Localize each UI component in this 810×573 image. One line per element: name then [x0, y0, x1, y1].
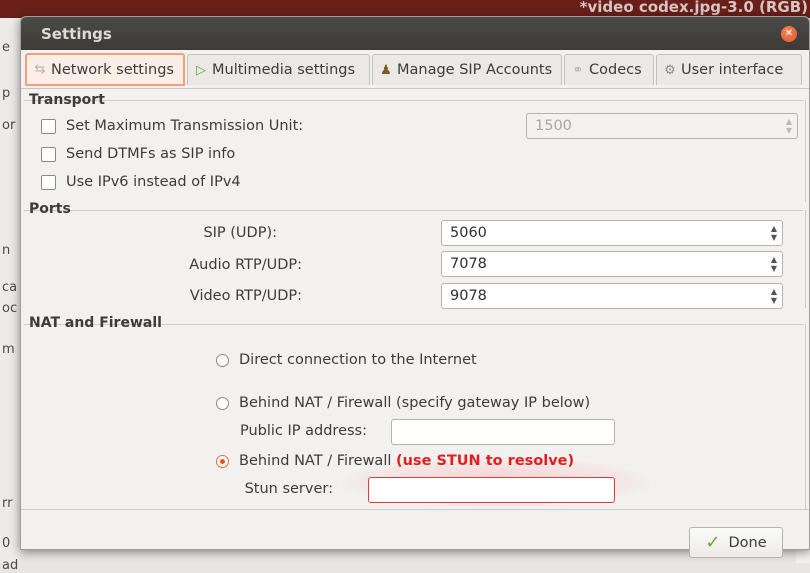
dtmf-checkbox-row[interactable]: Send DTMFs as SIP info	[41, 146, 235, 162]
footer-divider	[21, 509, 809, 510]
stun-option-label: Behind NAT / Firewall	[239, 453, 392, 469]
close-icon[interactable]: ✕	[781, 26, 797, 42]
dtmf-checkbox[interactable]	[41, 146, 56, 162]
public-ip-input[interactable]	[391, 419, 615, 445]
spin-arrows-icon[interactable]: ▲ ▼	[766, 284, 782, 308]
ipv6-checkbox-row[interactable]: Use IPv6 instead of IPv4	[41, 174, 241, 190]
tab-multimedia-settings[interactable]: ▷ Multimedia settings	[187, 54, 370, 85]
spin-arrows-icon[interactable]: ▲ ▼	[766, 252, 782, 276]
sip-port-label: SIP (UDP):	[203, 225, 277, 241]
stun-option-highlight: (use STUN to resolve)	[395, 453, 575, 469]
audio-port-label: Audio RTP/UDP:	[189, 257, 302, 273]
radio-button[interactable]	[216, 396, 229, 410]
radio-behind-nat[interactable]: Behind NAT / Firewall (specify gateway I…	[216, 395, 590, 411]
audio-port-value: 7078	[450, 256, 487, 272]
codecs-icon: ⚭	[572, 62, 584, 78]
video-port-label: Video RTP/UDP:	[189, 288, 302, 304]
ipv6-checkbox[interactable]	[41, 174, 56, 190]
public-ip-label: Public IP address:	[239, 423, 367, 439]
settings-dialog: Settings ✕ ⇆ Network settings ▷ Multimed…	[20, 16, 810, 550]
background-text: 0	[2, 536, 11, 551]
background-window-left: e p or n ca oc m rr 0 ad	[0, 18, 20, 573]
spin-arrows-icon[interactable]: ▲ ▼	[766, 221, 782, 245]
network-icon: ⇆	[34, 62, 46, 77]
gear-icon: ⚙	[664, 62, 676, 78]
background-text: ad	[2, 558, 19, 573]
mtu-checkbox-row[interactable]: Set Maximum Transmission Unit:	[41, 118, 303, 134]
mtu-label: Set Maximum Transmission Unit:	[66, 118, 304, 134]
tab-label: User interface	[681, 62, 784, 78]
background-text: rr	[2, 496, 13, 511]
ipv6-label: Use IPv6 instead of IPv4	[66, 174, 241, 190]
radio-use-stun[interactable]: Behind NAT / Firewall (use STUN to resol…	[216, 453, 574, 469]
radio-button[interactable]	[216, 353, 229, 367]
radio-direct-connection[interactable]: Direct connection to the Internet	[216, 352, 477, 368]
background-text: p	[2, 86, 11, 101]
mtu-spinbox[interactable]: 1500 ▲ ▼	[526, 113, 798, 139]
tab-user-interface[interactable]: ⚙ User interface	[656, 54, 802, 85]
background-text: n	[2, 243, 11, 258]
sip-port-spinbox[interactable]: 5060 ▲ ▼	[441, 220, 783, 246]
play-icon: ▷	[196, 62, 206, 78]
stun-server-label: Stun server:	[244, 481, 333, 497]
mtu-checkbox[interactable]	[41, 118, 56, 134]
frame-border	[805, 324, 806, 509]
transport-frame	[24, 100, 803, 101]
tab-label: Manage SIP Accounts	[397, 62, 553, 78]
background-window-title: *video codex.jpg-3.0 (RGB)	[579, 0, 808, 16]
background-text: or	[2, 118, 16, 133]
frame-border	[805, 210, 806, 308]
direct-connection-label: Direct connection to the Internet	[239, 352, 477, 368]
tab-label: Codecs	[589, 62, 642, 78]
accounts-icon: ♟	[380, 62, 392, 78]
tab-codecs[interactable]: ⚭ Codecs	[564, 54, 654, 85]
frame-border	[805, 100, 806, 202]
sip-port-value: 5060	[450, 225, 487, 241]
nat-heading: NAT and Firewall	[29, 315, 162, 331]
tab-label: Network settings	[51, 61, 174, 78]
transport-heading: Transport	[29, 92, 105, 108]
radio-button-selected[interactable]	[216, 454, 229, 468]
tab-bar: ⇆ Network settings ▷ Multimedia settings…	[21, 52, 809, 89]
background-text: e	[2, 40, 10, 55]
background-text: ca	[2, 280, 18, 295]
tab-network-settings[interactable]: ⇆ Network settings	[25, 53, 185, 86]
tab-label: Multimedia settings	[212, 62, 356, 78]
stun-server-input[interactable]	[368, 477, 615, 503]
background-text: oc	[2, 301, 18, 316]
ports-heading: Ports	[29, 201, 71, 217]
spin-arrows-icon[interactable]: ▲ ▼	[781, 114, 797, 138]
dtmf-label: Send DTMFs as SIP info	[66, 146, 236, 162]
ports-frame	[24, 210, 803, 211]
behind-nat-label: Behind NAT / Firewall (specify gateway I…	[239, 395, 591, 411]
mtu-value: 1500	[535, 118, 572, 134]
audio-port-spinbox[interactable]: 7078 ▲ ▼	[441, 251, 783, 277]
tab-manage-sip-accounts[interactable]: ♟ Manage SIP Accounts	[372, 54, 562, 85]
checkmark-icon: ✓	[705, 532, 721, 553]
done-label: Done	[728, 534, 767, 551]
done-button[interactable]: ✓ Done	[689, 527, 783, 558]
video-port-spinbox[interactable]: 9078 ▲ ▼	[441, 283, 783, 309]
titlebar[interactable]: Settings ✕	[21, 17, 809, 50]
background-text: m	[2, 342, 15, 357]
window-title: Settings	[41, 24, 112, 43]
video-port-value: 9078	[450, 288, 487, 304]
